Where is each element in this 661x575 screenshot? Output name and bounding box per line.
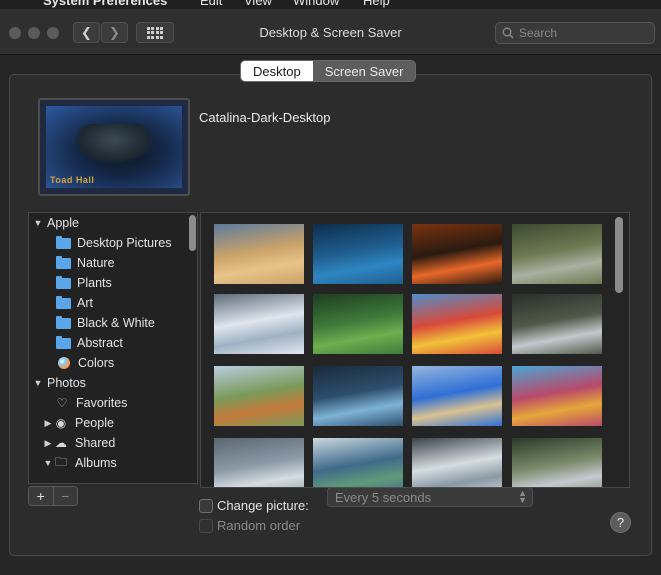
folder-icon bbox=[56, 235, 71, 249]
title-bar: ❮ ❯ Desktop & Screen Saver bbox=[0, 9, 661, 55]
menu-window[interactable]: Window bbox=[293, 0, 339, 8]
sidebar-item-desktop-pictures[interactable]: Desktop Pictures bbox=[56, 233, 197, 253]
sidebar-item-label: Colors bbox=[78, 356, 115, 370]
folder-icon bbox=[56, 315, 71, 329]
colors-ball-icon bbox=[58, 357, 70, 369]
tab-screen-saver[interactable]: Screen Saver bbox=[312, 61, 416, 81]
interval-value: Every 5 seconds bbox=[335, 489, 432, 505]
tab-bar: Desktop Screen Saver bbox=[240, 60, 417, 82]
updown-chevron-icon: ▲ ▼ bbox=[518, 488, 527, 505]
menu-bar: System Preferences Edit View Window Help bbox=[0, 0, 661, 9]
search-input[interactable] bbox=[519, 26, 649, 40]
sidebar-item-abstract[interactable]: Abstract bbox=[56, 333, 197, 353]
disclosure-closed-icon: ▶ bbox=[44, 437, 52, 448]
change-picture-checkbox[interactable] bbox=[199, 499, 213, 513]
source-list: ▼ Apple Desktop Pictures Nature Plants A… bbox=[28, 212, 198, 484]
folder-icon bbox=[56, 295, 71, 309]
current-picture-image: Toad Hall bbox=[46, 106, 182, 188]
sidebar-group-label: Photos bbox=[47, 376, 86, 390]
search-field[interactable] bbox=[495, 22, 655, 44]
folder-outline-icon: 🗀 bbox=[54, 454, 67, 469]
sidebar-group-label: Apple bbox=[47, 216, 79, 230]
sidebar-item-colors[interactable]: Colors bbox=[56, 353, 197, 373]
add-folder-button[interactable]: + bbox=[29, 487, 53, 505]
tab-desktop[interactable]: Desktop bbox=[241, 61, 313, 81]
wallpaper-thumbnail[interactable] bbox=[412, 294, 502, 354]
sidebar-group-photos[interactable]: ▼ Photos bbox=[33, 373, 191, 393]
change-picture-label: Change picture: bbox=[217, 498, 309, 513]
wallpaper-thumbnail[interactable] bbox=[214, 438, 304, 487]
wallpaper-thumbnail[interactable] bbox=[214, 294, 304, 354]
wallpaper-thumbnail[interactable] bbox=[512, 366, 602, 426]
sidebar-group-apple[interactable]: ▼ Apple bbox=[33, 213, 191, 233]
sidebar-item-label: Nature bbox=[77, 256, 115, 270]
wallpaper-thumbnail[interactable] bbox=[512, 438, 602, 487]
menu-app-name[interactable]: System Preferences bbox=[43, 0, 167, 8]
current-picture-name: Catalina-Dark-Desktop bbox=[199, 110, 331, 125]
sidebar-item-label: Black & White bbox=[77, 316, 155, 330]
person-icon: ◉ bbox=[55, 416, 67, 430]
picture-grid bbox=[200, 212, 630, 488]
help-button[interactable]: ? bbox=[610, 512, 631, 533]
wallpaper-thumbnail[interactable] bbox=[313, 366, 403, 426]
sidebar-item-label: Albums bbox=[75, 456, 117, 470]
menu-help[interactable]: Help bbox=[363, 0, 390, 8]
random-order-label: Random order bbox=[217, 518, 301, 533]
current-picture-well[interactable]: Toad Hall bbox=[38, 98, 190, 196]
sidebar-item-label: Abstract bbox=[77, 336, 123, 350]
sidebar-item-label: Art bbox=[77, 296, 93, 310]
wallpaper-thumbnail[interactable] bbox=[512, 294, 602, 354]
folder-icon bbox=[56, 335, 71, 349]
sidebar-item-nature[interactable]: Nature bbox=[56, 253, 197, 273]
remove-folder-button[interactable]: − bbox=[52, 487, 77, 505]
grid-scrollbar[interactable] bbox=[615, 217, 623, 293]
sidebar-item-plants[interactable]: Plants bbox=[56, 273, 197, 293]
wallpaper-thumbnail[interactable] bbox=[313, 224, 403, 284]
wallpaper-thumbnail[interactable] bbox=[412, 224, 502, 284]
sidebar-item-people[interactable]: ▶ ◉ People bbox=[43, 413, 197, 433]
wallpaper-thumbnail[interactable] bbox=[214, 224, 304, 284]
signature-watermark: Toad Hall bbox=[50, 175, 95, 185]
sidebar-item-favorites[interactable]: ♡ Favorites bbox=[54, 393, 197, 413]
sidebar-scrollbar[interactable] bbox=[189, 215, 196, 251]
sidebar-item-art[interactable]: Art bbox=[56, 293, 197, 313]
wallpaper-thumbnail[interactable] bbox=[313, 438, 403, 487]
wallpaper-thumbnail[interactable] bbox=[214, 366, 304, 426]
folder-icon bbox=[56, 275, 71, 289]
sidebar-item-black-white[interactable]: Black & White bbox=[56, 313, 197, 333]
island-shape bbox=[74, 124, 154, 164]
sidebar-item-label: People bbox=[75, 416, 114, 430]
disclosure-closed-icon: ▶ bbox=[44, 417, 52, 428]
sidebar-item-albums[interactable]: ▼ 🗀 Albums bbox=[43, 453, 197, 473]
wallpaper-thumbnail[interactable] bbox=[412, 438, 502, 487]
wallpaper-thumbnail[interactable] bbox=[412, 366, 502, 426]
menu-view[interactable]: View bbox=[244, 0, 272, 8]
disclosure-open-icon: ▼ bbox=[43, 458, 53, 468]
random-order-checkbox[interactable] bbox=[199, 519, 213, 533]
search-icon bbox=[502, 27, 514, 39]
sidebar-item-label: Desktop Pictures bbox=[77, 236, 172, 250]
cloud-icon: ☁ bbox=[55, 436, 67, 450]
wallpaper-thumbnail[interactable] bbox=[313, 294, 403, 354]
add-remove-control: + − bbox=[28, 486, 78, 506]
interval-popup[interactable]: Every 5 seconds ▲ ▼ bbox=[327, 487, 533, 507]
heart-icon: ♡ bbox=[56, 396, 68, 410]
wallpaper-thumbnail[interactable] bbox=[512, 224, 602, 284]
sidebar-item-label: Favorites bbox=[76, 396, 128, 410]
sidebar-item-label: Plants bbox=[77, 276, 112, 290]
menu-edit[interactable]: Edit bbox=[200, 0, 222, 8]
folder-icon bbox=[56, 255, 71, 269]
disclosure-open-icon: ▼ bbox=[33, 378, 43, 388]
disclosure-open-icon: ▼ bbox=[33, 218, 43, 228]
sidebar-item-label: Shared bbox=[75, 436, 116, 450]
sidebar-item-shared[interactable]: ▶ ☁ Shared bbox=[43, 433, 197, 453]
